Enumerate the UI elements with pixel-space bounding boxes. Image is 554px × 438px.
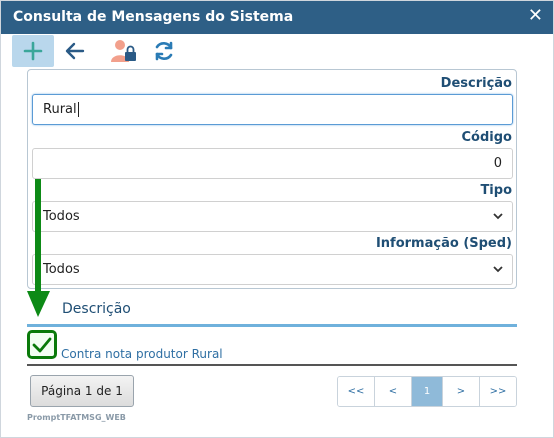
grid-header: Descrição [27, 291, 517, 327]
info-sped-select[interactable]: Todos [32, 254, 513, 285]
checkmark-icon [32, 337, 52, 352]
codigo-input[interactable]: 0 [32, 148, 513, 179]
last-page-button[interactable]: >> [480, 377, 516, 406]
message-query-dialog: Consulta de Mensagens do Sistema ✕ Descr… [0, 0, 554, 438]
back-button[interactable] [54, 35, 96, 67]
arrow-left-icon [65, 42, 85, 60]
codigo-label: Código [461, 130, 512, 145]
plus-icon [23, 41, 43, 61]
filter-form: Descrição Rural Código 0 Tipo Todos Info… [27, 69, 517, 289]
info-sped-label: Informação (Sped) [375, 236, 512, 251]
annotation-arrow-icon [27, 179, 50, 317]
chevron-down-icon [493, 266, 503, 273]
add-button[interactable] [12, 35, 54, 67]
user-lock-icon [111, 40, 136, 62]
toolbar [1, 34, 553, 68]
refresh-button[interactable] [143, 35, 185, 67]
descricao-value: Rural [43, 102, 77, 117]
tipo-select[interactable]: Todos [32, 201, 513, 232]
tipo-label: Tipo [480, 183, 512, 198]
pagination: << < 1 > >> [337, 376, 517, 407]
close-icon[interactable]: ✕ [528, 6, 543, 26]
permissions-button[interactable] [103, 35, 145, 67]
first-page-button[interactable]: << [338, 377, 375, 406]
codigo-value: 0 [493, 156, 502, 171]
row-checkbox[interactable] [27, 330, 57, 359]
refresh-icon [155, 41, 173, 61]
page-info-button[interactable]: Página 1 de 1 [30, 375, 134, 407]
page-1-button[interactable]: 1 [412, 377, 443, 406]
window-title: Consulta de Mensagens do Sistema [13, 9, 294, 25]
descricao-input[interactable]: Rural [32, 94, 513, 125]
descricao-label: Descrição [440, 76, 512, 91]
next-page-button[interactable]: > [443, 377, 480, 406]
row-descricao: Contra nota produtor Rural [61, 347, 223, 361]
screen-code: PromptTFATMSG_WEB [27, 413, 126, 422]
chevron-down-icon [493, 213, 503, 220]
column-descricao[interactable]: Descrição [62, 301, 131, 317]
prev-page-button[interactable]: < [375, 377, 412, 406]
table-row[interactable]: Contra nota produtor Rural [27, 330, 517, 366]
title-bar: Consulta de Mensagens do Sistema ✕ [1, 1, 553, 34]
